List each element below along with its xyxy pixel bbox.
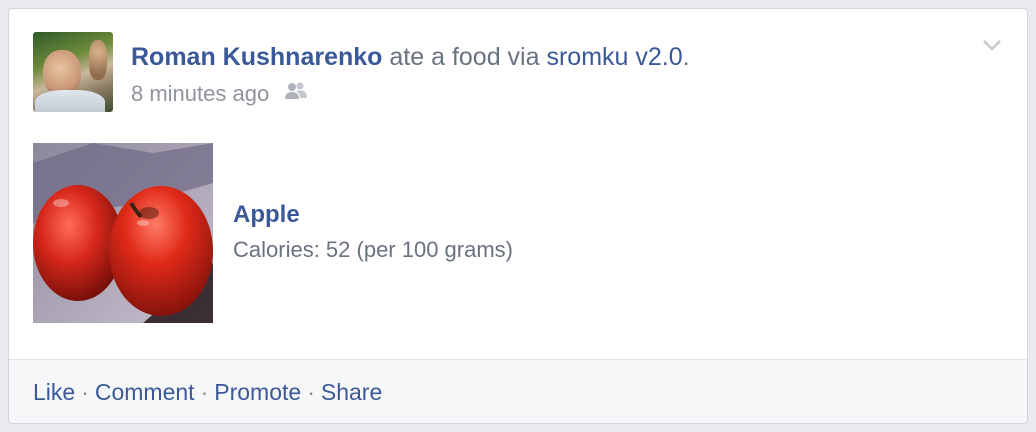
avatar-background-figure <box>89 40 107 80</box>
attachment-description: Calories: 52 (per 100 grams) <box>233 237 514 262</box>
story-header: Roman Kushnarenko ate a food via sromku … <box>131 43 690 72</box>
action-separator: · <box>200 379 209 405</box>
story-action-text: ate a food via <box>389 43 540 71</box>
story-period: . <box>682 43 690 71</box>
promote-link[interactable]: Promote <box>214 379 301 405</box>
feed-story-card: Roman Kushnarenko ate a food via sromku … <box>8 8 1028 424</box>
app-link[interactable]: sromku v2.0 <box>546 43 682 71</box>
apple-photo[interactable] <box>33 143 213 323</box>
action-separator: · <box>307 379 315 405</box>
avatar-shirt <box>35 90 105 112</box>
share-link[interactable]: Share <box>321 379 382 405</box>
action-links: Like · Comment · Promote · Share <box>33 379 382 406</box>
attachment-title-link[interactable]: Apple <box>233 201 300 229</box>
comment-link[interactable]: Comment <box>95 379 195 405</box>
author-avatar[interactable] <box>33 32 113 112</box>
timestamp-link[interactable]: 8 minutes ago <box>131 81 269 107</box>
story-footer: Like · Comment · Promote · Share <box>9 359 1027 423</box>
author-name-link[interactable]: Roman Kushnarenko <box>131 43 382 71</box>
like-link[interactable]: Like <box>33 379 75 405</box>
story-meta: 8 minutes ago <box>131 81 309 107</box>
chevron-down-icon[interactable] <box>981 37 1003 53</box>
friends-icon[interactable] <box>283 81 309 107</box>
action-separator: · <box>81 379 89 405</box>
